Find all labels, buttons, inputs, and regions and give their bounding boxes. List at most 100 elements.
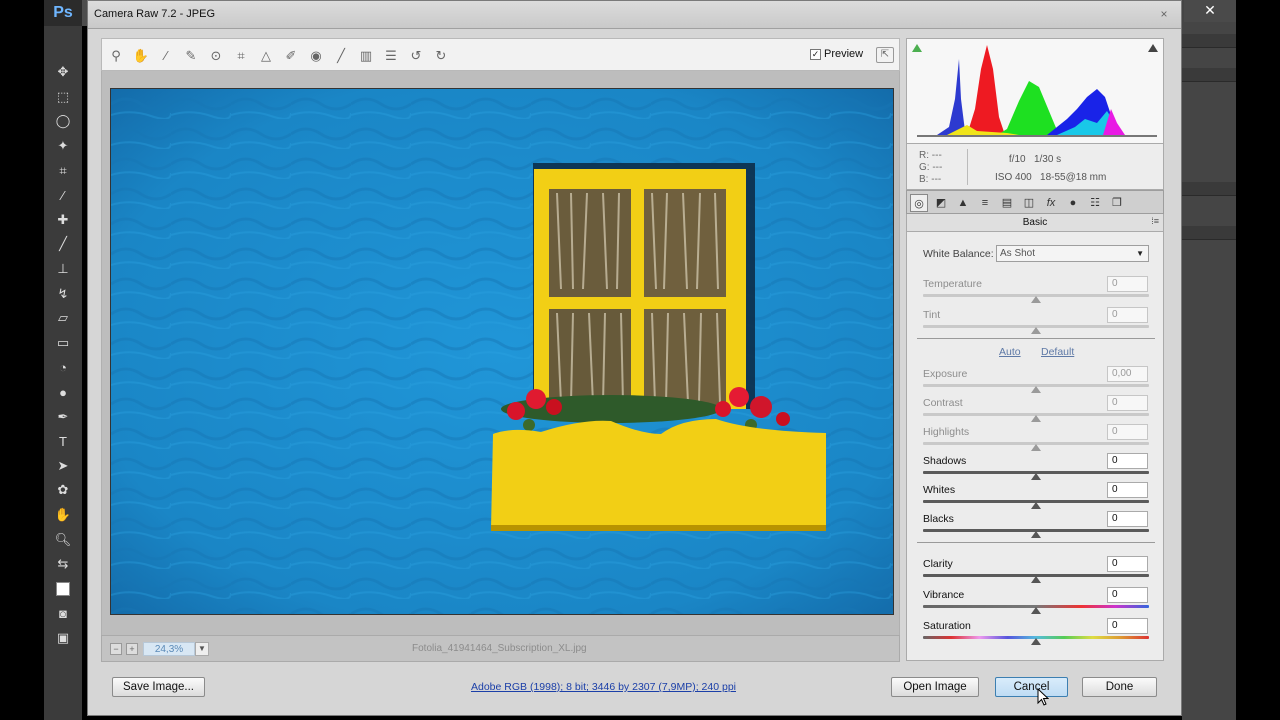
dialog-close-icon[interactable]: × <box>1153 5 1175 23</box>
healing-tool-icon[interactable]: ✚ <box>44 208 82 233</box>
highlights-value-field[interactable]: 0 <box>1107 424 1148 440</box>
graduated-filter-icon[interactable]: ▥ <box>357 47 375 65</box>
color-swatches-icon[interactable] <box>44 576 82 601</box>
clarity-value-field[interactable]: 0 <box>1107 556 1148 572</box>
preferences-icon[interactable]: ☰ <box>382 47 400 65</box>
tint-value-field[interactable]: 0 <box>1107 307 1148 323</box>
zoom-tool-icon[interactable]: 🔍︎ <box>44 527 82 552</box>
contrast-slider-thumb[interactable] <box>1031 415 1041 422</box>
blacks-slider-thumb[interactable] <box>1031 531 1041 538</box>
photoshop-close-button[interactable]: ✕ <box>1184 0 1236 22</box>
zoom-level[interactable]: 24,3% <box>143 642 195 656</box>
marquee-tool-icon[interactable]: ⬚ <box>44 85 82 110</box>
tab-presets-icon[interactable]: ☷ <box>1086 194 1104 212</box>
adjustment-brush-icon[interactable]: ╱ <box>332 47 350 65</box>
tab-detail-icon[interactable]: ▲ <box>954 194 972 212</box>
white-balance-select[interactable]: As Shot ▼ <box>996 245 1149 262</box>
tab-lens-corrections-icon[interactable]: ◫ <box>1020 194 1038 212</box>
color-sampler-tool-icon[interactable]: ✎ <box>182 47 200 65</box>
history-brush-tool-icon[interactable]: ↯ <box>44 281 82 306</box>
mouse-cursor-icon <box>1037 688 1049 706</box>
lasso-tool-icon[interactable]: ◯ <box>44 109 82 134</box>
shadows-slider-thumb[interactable] <box>1031 473 1041 480</box>
canvas-statusbar: − + 24,3% ▼ Fotolia_41941464_Subscriptio… <box>101 635 900 662</box>
exposure-value-field[interactable]: 0,00 <box>1107 366 1148 382</box>
targeted-adjustment-tool-icon[interactable]: ⊙ <box>207 47 225 65</box>
tab-tone-curve-icon[interactable]: ◩ <box>932 194 950 212</box>
shadow-clipping-warning-icon[interactable] <box>912 44 922 52</box>
path-select-tool-icon[interactable]: ➤ <box>44 454 82 479</box>
clarity-slider-thumb[interactable] <box>1031 576 1041 583</box>
zoom-tool-icon[interactable]: ⚲ <box>107 47 125 65</box>
panel-menu-icon[interactable]: ⁞≡ <box>1151 216 1159 226</box>
crop-tool-icon[interactable]: ⌗ <box>44 158 82 183</box>
hand-tool-icon[interactable]: ✋ <box>44 503 82 528</box>
tab-camera-calibration-icon[interactable]: ● <box>1064 194 1082 212</box>
shadows-value-field[interactable]: 0 <box>1107 453 1148 469</box>
saturation-slider-thumb[interactable] <box>1031 638 1041 645</box>
swap-colors-icon[interactable]: ⇆ <box>44 552 82 577</box>
temperature-slider-thumb[interactable] <box>1031 296 1041 303</box>
stamp-tool-icon[interactable]: ⊥ <box>44 257 82 282</box>
zoom-out-button[interactable]: − <box>110 643 122 655</box>
type-tool-icon[interactable]: T <box>44 429 82 454</box>
dialog-title: Camera Raw 7.2 - JPEG <box>94 8 216 20</box>
hand-tool-icon[interactable]: ✋ <box>132 47 150 65</box>
whites-value-field[interactable]: 0 <box>1107 482 1148 498</box>
whites-slider-thumb[interactable] <box>1031 502 1041 509</box>
preview-toggle[interactable]: ✓ Preview <box>810 48 863 60</box>
contrast-value-field[interactable]: 0 <box>1107 395 1148 411</box>
magic-wand-tool-icon[interactable]: ✦ <box>44 134 82 159</box>
tab-basic-icon[interactable]: ◎ <box>910 194 928 212</box>
quick-mask-icon[interactable]: ◙ <box>44 601 82 626</box>
temperature-value-field[interactable]: 0 <box>1107 276 1148 292</box>
red-eye-tool-icon[interactable]: ◉ <box>307 47 325 65</box>
brush-tool-icon[interactable]: ╱ <box>44 232 82 257</box>
photo-preview <box>110 88 894 615</box>
dialog-titlebar: Camera Raw 7.2 - JPEG × <box>88 1 1181 29</box>
white-balance-tool-icon[interactable]: ⁄ <box>157 47 175 65</box>
rotate-ccw-icon[interactable]: ↺ <box>407 47 425 65</box>
tab-effects-icon[interactable]: fx <box>1042 194 1060 212</box>
pen-tool-icon[interactable]: ✒ <box>44 404 82 429</box>
tab-snapshots-icon[interactable]: ❐ <box>1108 194 1126 212</box>
straighten-tool-icon[interactable]: △ <box>257 47 275 65</box>
open-image-button[interactable]: Open Image <box>891 677 979 697</box>
rotate-cw-icon[interactable]: ↻ <box>432 47 450 65</box>
highlight-clipping-warning-icon[interactable] <box>1148 44 1158 52</box>
readout-divider <box>967 149 968 185</box>
eraser-tool-icon[interactable]: ▱ <box>44 306 82 331</box>
preview-checkbox[interactable]: ✓ <box>810 48 821 60</box>
zoom-dropdown-icon[interactable]: ▼ <box>195 642 209 656</box>
divider <box>917 542 1155 543</box>
highlights-label: Highlights <box>923 426 970 438</box>
crop-tool-icon[interactable]: ⌗ <box>232 47 250 65</box>
basic-panel: White Balance: As Shot ▼ Temperature 0 Tin… <box>906 232 1164 661</box>
auto-link[interactable]: Auto <box>999 346 1021 358</box>
highlights-slider-thumb[interactable] <box>1031 444 1041 451</box>
exposure-slider-thumb[interactable] <box>1031 386 1041 393</box>
vibrance-value-field[interactable]: 0 <box>1107 587 1148 603</box>
tab-split-toning-icon[interactable]: ▤ <box>998 194 1016 212</box>
blacks-value-field[interactable]: 0 <box>1107 511 1148 527</box>
tint-slider-thumb[interactable] <box>1031 327 1041 334</box>
shape-tool-icon[interactable]: ✿ <box>44 478 82 503</box>
cancel-button[interactable]: Cancel <box>995 677 1068 697</box>
spot-removal-tool-icon[interactable]: ✐ <box>282 47 300 65</box>
done-button[interactable]: Done <box>1082 677 1157 697</box>
vibrance-slider-thumb[interactable] <box>1031 607 1041 614</box>
blur-tool-icon[interactable]: ◔ <box>44 355 82 380</box>
save-image-button[interactable]: Save Image... <box>112 677 205 697</box>
screen-mode-icon[interactable]: ▣ <box>44 626 82 651</box>
zoom-in-button[interactable]: + <box>126 643 138 655</box>
saturation-label: Saturation <box>923 620 971 632</box>
fullscreen-icon[interactable]: ⇱ <box>876 47 894 63</box>
saturation-value-field[interactable]: 0 <box>1107 618 1148 634</box>
tab-hsl-icon[interactable]: ≡ <box>976 194 994 212</box>
eyedropper-tool-icon[interactable]: ⁄ <box>44 183 82 208</box>
move-tool-icon[interactable]: ✥ <box>44 60 82 85</box>
dodge-tool-icon[interactable]: ● <box>44 380 82 405</box>
workflow-options-link[interactable]: Adobe RGB (1998); 8 bit; 3446 by 2307 (7… <box>471 681 736 693</box>
default-link[interactable]: Default <box>1041 346 1074 358</box>
gradient-tool-icon[interactable]: ▭ <box>44 331 82 356</box>
